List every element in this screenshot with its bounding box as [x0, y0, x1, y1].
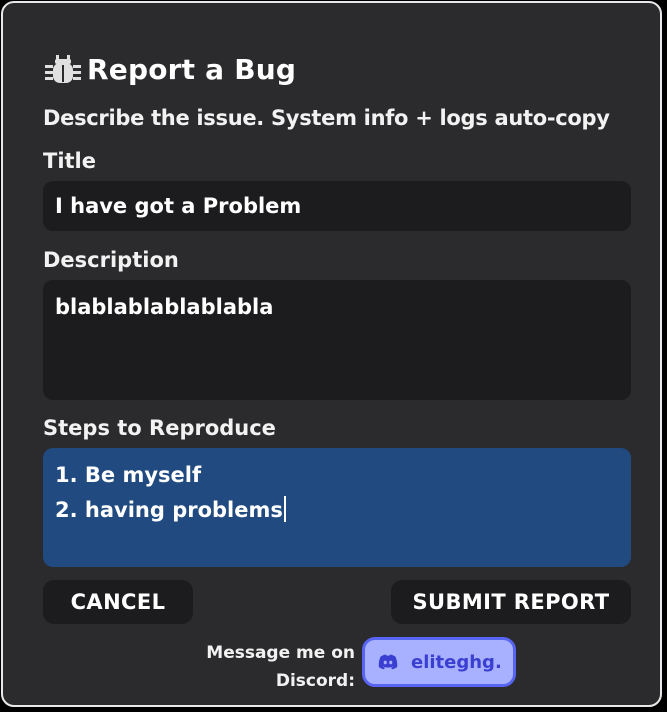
- discord-handle: eliteghg.: [411, 651, 502, 673]
- description-textarea[interactable]: blablablablablabla: [43, 280, 631, 400]
- cancel-button[interactable]: CANCEL: [43, 580, 193, 624]
- description-label: Description: [43, 248, 179, 272]
- text-caret: [283, 496, 286, 522]
- submit-report-button[interactable]: SUBMIT REPORT: [391, 580, 631, 624]
- dialog-subtitle: Describe the issue. System info + logs a…: [43, 106, 610, 130]
- steps-label: Steps to Reproduce: [43, 416, 276, 440]
- steps-textarea[interactable]: 1. Be myself 2. having problems: [43, 448, 631, 567]
- steps-line-2-wrap: 2. having problems: [55, 493, 619, 528]
- bug-icon: [45, 55, 81, 83]
- contact-line-2: Discord:: [275, 671, 355, 691]
- title-label: Title: [43, 149, 97, 173]
- dialog-header: Report a Bug: [43, 47, 296, 91]
- contact-line-1: Message me on: [206, 643, 355, 663]
- bug-report-dialog: Report a Bug Describe the issue. System …: [1, 1, 662, 707]
- title-input-value: I have got a Problem: [55, 194, 302, 218]
- description-textarea-value: blablablablablabla: [55, 295, 274, 319]
- steps-line-1: 1. Be myself: [55, 463, 202, 487]
- discord-icon: [378, 654, 398, 670]
- dialog-title: Report a Bug: [87, 52, 297, 86]
- discord-contact-text: Message me on Discord:: [203, 639, 355, 695]
- discord-link-button[interactable]: eliteghg.: [362, 637, 516, 687]
- title-input[interactable]: I have got a Problem: [43, 181, 631, 231]
- steps-line-2: 2. having problems: [55, 498, 283, 522]
